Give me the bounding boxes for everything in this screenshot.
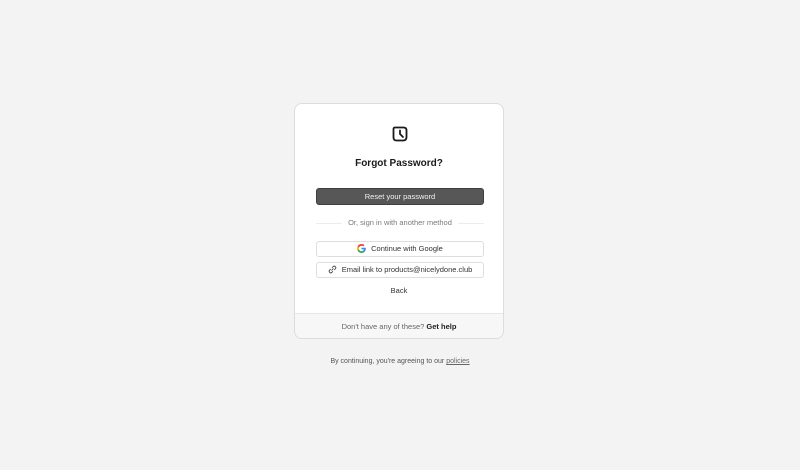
page-footer-text: By continuing, you're agreeing to our <box>330 358 445 365</box>
policies-link[interactable]: policies <box>446 358 469 365</box>
reset-password-button[interactable]: Reset your password <box>316 188 484 205</box>
page-title: Forgot Password? <box>355 158 443 169</box>
email-link-button[interactable]: Email link to products@nicelydone.club <box>316 262 484 278</box>
card-footer: Don't have any of these? Get help <box>295 313 503 338</box>
link-icon <box>328 265 337 274</box>
get-help-link[interactable]: Get help <box>426 322 456 331</box>
page-footer: By continuing, you're agreeing to our po… <box>0 357 800 367</box>
divider-line-right <box>458 223 484 224</box>
google-icon <box>357 244 366 253</box>
divider: Or, sign in with another method <box>316 218 484 228</box>
card-footer-text: Don't have any of these? <box>341 322 425 331</box>
google-button-label: Continue with Google <box>371 244 443 253</box>
email-button-label: Email link to products@nicelydone.club <box>341 265 473 274</box>
back-link[interactable]: Back <box>295 286 503 296</box>
logo-icon <box>392 126 408 142</box>
continue-with-google-button[interactable]: Continue with Google <box>316 241 484 257</box>
forgot-password-card: Forgot Password? Reset your password Or,… <box>294 103 504 339</box>
